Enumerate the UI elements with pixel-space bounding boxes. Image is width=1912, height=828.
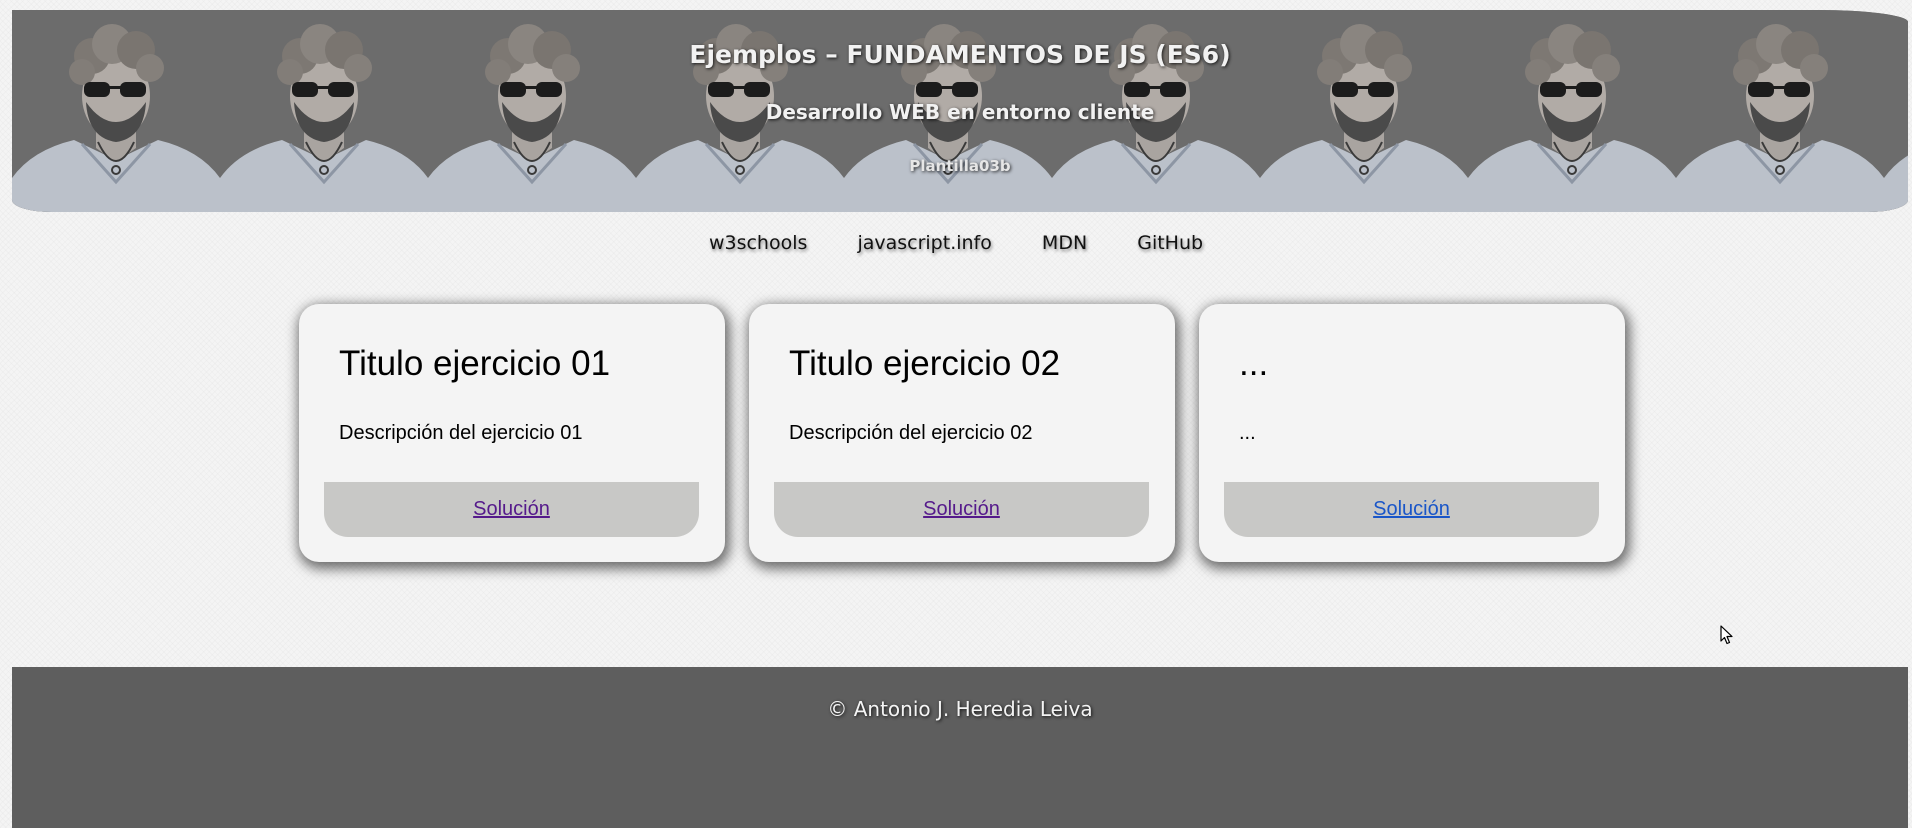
header-banner: Ejemplos – FUNDAMENTOS DE JS (ES6) Desar… [12,10,1908,212]
template-name: Plantilla03b [909,157,1011,175]
page-title: Ejemplos – FUNDAMENTOS DE JS (ES6) [689,40,1231,69]
page-subtitle: Desarrollo WEB en entorno cliente [765,100,1155,124]
nav-link-w3schools[interactable]: w3schools [709,232,807,254]
nav-link-github[interactable]: GitHub [1137,232,1203,254]
card-description: ... [1239,422,1256,444]
card-footer: Solución [774,482,1149,537]
exercise-cards: Titulo ejercicio 01 Descripción del ejer… [299,304,1625,562]
card-description: Descripción del ejercicio 02 [789,422,1033,444]
mouse-cursor-icon [1720,625,1733,645]
card-description: Descripción del ejercicio 01 [339,422,583,444]
exercise-card: Titulo ejercicio 02 Descripción del ejer… [749,304,1175,562]
nav-link-javascript-info[interactable]: javascript.info [857,232,991,254]
card-title: Titulo ejercicio 02 [789,344,1061,383]
banner-text: Ejemplos – FUNDAMENTOS DE JS (ES6) Desar… [12,10,1908,212]
exercise-card: ... ... Solución [1199,304,1625,562]
top-nav: w3schools javascript.info MDN GitHub [0,232,1912,254]
footer-copyright: © Antonio J. Heredia Leiva [827,697,1093,721]
nav-link-mdn[interactable]: MDN [1042,232,1087,254]
page-footer: © Antonio J. Heredia Leiva [12,667,1908,828]
solution-link[interactable]: Solución [923,498,1000,520]
exercise-card: Titulo ejercicio 01 Descripción del ejer… [299,304,725,562]
card-footer: Solución [1224,482,1599,537]
solution-link[interactable]: Solución [1373,498,1450,520]
card-title: Titulo ejercicio 01 [339,344,611,383]
card-title: ... [1239,344,1269,383]
card-footer: Solución [324,482,699,537]
solution-link[interactable]: Solución [473,498,550,520]
